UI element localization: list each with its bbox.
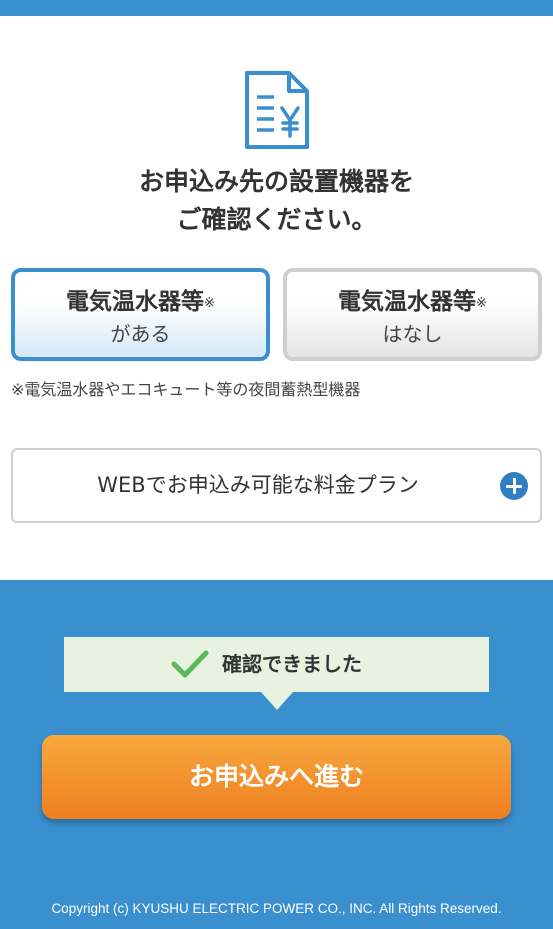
- note-mark: ※: [476, 296, 487, 311]
- top-bar: [0, 0, 553, 16]
- confirmation-text: 確認できました: [222, 652, 362, 676]
- choice-title: 電気温水器等※: [66, 289, 215, 315]
- bottom-panel: 確認できました お申込みへ進む Copyright (c) KYUSHU ELE…: [0, 580, 553, 929]
- check-icon: [171, 650, 209, 678]
- choice-subtitle: はなし: [382, 322, 443, 346]
- choice-subtitle: がある: [110, 322, 171, 346]
- confirmation-callout: 確認できました: [64, 637, 489, 710]
- choice-has-water-heater[interactable]: 電気温水器等※ がある: [11, 268, 270, 361]
- proceed-button[interactable]: お申込みへ進む: [42, 735, 511, 819]
- page-title-line1: お申込み先の設置機器を: [138, 167, 414, 196]
- copyright: Copyright (c) KYUSHU ELECTRIC POWER CO.,…: [51, 901, 502, 916]
- document-yen-icon: [245, 71, 309, 149]
- page-title: お申込み先の設置機器を ご確認ください。: [0, 163, 553, 239]
- choice-no-water-heater[interactable]: 電気温水器等※ はなし: [283, 268, 542, 361]
- footnote: ※電気温水器やエコキュート等の夜間蓄熱型機器: [11, 380, 361, 399]
- plus-circle-icon[interactable]: [500, 472, 528, 500]
- plans-accordion[interactable]: WEBでお申込み可能な料金プラン: [11, 448, 542, 523]
- page-title-line2: ご確認ください。: [176, 205, 377, 234]
- choice-title: 電気温水器等※: [338, 289, 487, 315]
- note-mark: ※: [204, 296, 215, 311]
- plans-accordion-label: WEBでお申込み可能な料金プラン: [97, 473, 419, 497]
